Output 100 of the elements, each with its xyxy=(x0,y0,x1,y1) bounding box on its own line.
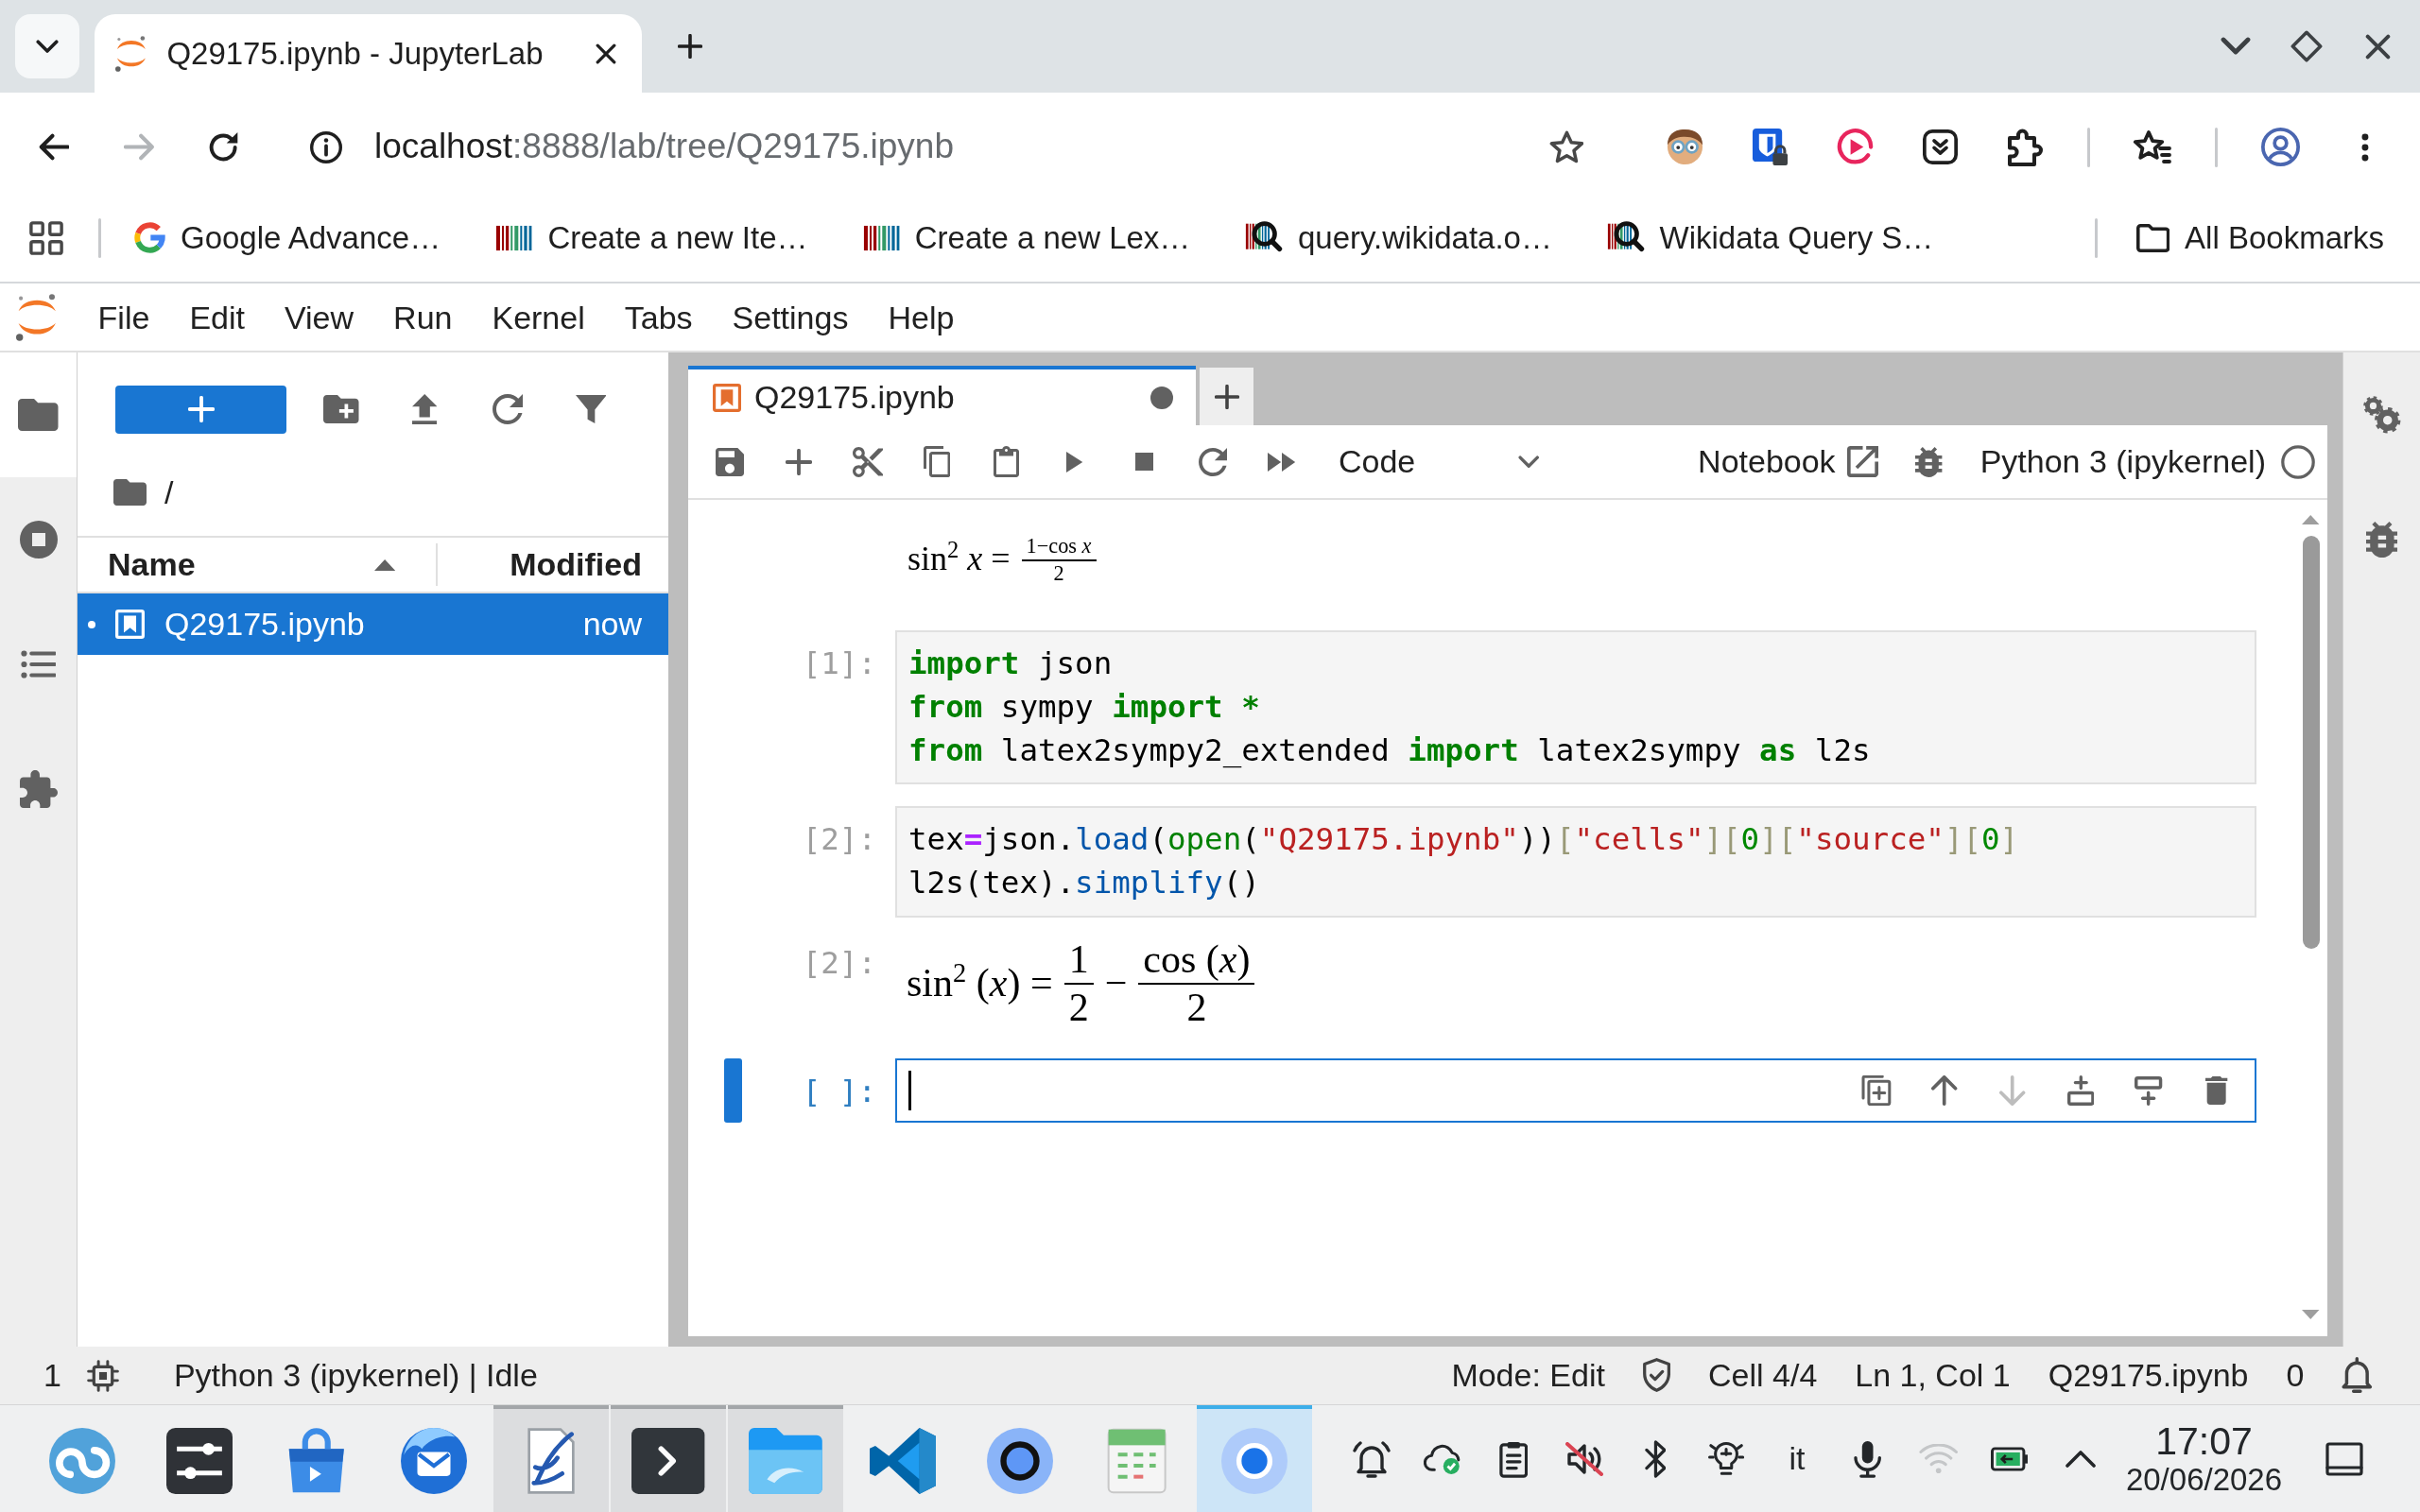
column-header[interactable]: Name xyxy=(78,543,438,586)
menu-item[interactable]: Tabs xyxy=(604,284,713,351)
kernel-status-text[interactable]: Python 3 (ipykernel) | Idle xyxy=(173,1356,538,1395)
plus-icon xyxy=(678,34,702,59)
mail-icon xyxy=(401,1427,467,1494)
caret-down-icon[interactable] xyxy=(2302,1310,2320,1319)
math-formula: sin$^{2}$ x = 1−cos x 2 xyxy=(908,534,1097,586)
speaker-muted-icon[interactable] xyxy=(1565,1441,1603,1476)
cell-type-dropdown[interactable]: Code xyxy=(1329,435,1550,489)
play-icon xyxy=(1066,451,1083,472)
sidebar-tab[interactable] xyxy=(0,352,77,477)
folder-icon xyxy=(749,1427,822,1494)
cell-prompt: [ ]: xyxy=(802,1074,876,1110)
code-line: from latex2sympy2_extended import latex2sympy as l2s xyxy=(908,730,1872,770)
scissors-icon xyxy=(853,446,883,477)
active-cell-bar[interactable] xyxy=(724,1058,742,1124)
menu-item[interactable]: View xyxy=(265,284,374,351)
text-cursor-icon xyxy=(908,1071,911,1111)
logo-icon xyxy=(16,293,57,341)
bookmark-link[interactable]: Wikidata Query S… xyxy=(1597,209,1944,266)
new-launcher-button[interactable] xyxy=(115,385,286,434)
play-circle-icon xyxy=(1835,128,1875,166)
star-icon xyxy=(1548,129,1584,164)
arrow-left-icon xyxy=(38,133,70,161)
output-prompt: [2]: xyxy=(802,944,876,981)
microphone-icon[interactable] xyxy=(1854,1439,1882,1478)
column-header[interactable]: Modified xyxy=(438,538,668,592)
alarm-bell-icon[interactable] xyxy=(1353,1439,1391,1478)
menu-item[interactable]: Help xyxy=(868,284,975,351)
code-line: tex=json.load(open("Q29175.ipynb"))["cells"][0]["source"][0] xyxy=(908,820,2020,860)
bookmark-link[interactable]: Create a new Lex… xyxy=(853,209,1201,266)
plus-icon xyxy=(187,396,215,422)
taskbar-button[interactable] xyxy=(493,1405,609,1512)
file-row[interactable]: Q29175.ipynb now xyxy=(78,593,668,655)
folder-icon xyxy=(113,479,147,506)
trash-icon xyxy=(2205,1076,2228,1106)
notebook-tab[interactable]: Q29175.ipynb xyxy=(688,366,1196,425)
person-circle-icon xyxy=(2260,128,2300,166)
menu-icon xyxy=(2361,132,2369,162)
copy-icon xyxy=(923,446,951,477)
battery-icon[interactable] xyxy=(1991,1446,2029,1471)
close-icon xyxy=(2364,33,2391,60)
code-editor[interactable] xyxy=(895,1058,2256,1124)
menu-item[interactable]: Settings xyxy=(712,284,869,351)
menu-item[interactable]: Kernel xyxy=(472,284,605,351)
chevron-down-icon xyxy=(2221,37,2251,56)
url-field[interactable]: localhost:8888/lab/tree/Q29175.ipynb xyxy=(374,126,954,168)
code-line: import json xyxy=(908,644,1114,684)
taskbar-button[interactable] xyxy=(611,1405,726,1512)
scrollbar-thumb[interactable] xyxy=(2302,536,2320,949)
clipboard-icon xyxy=(993,446,1019,477)
lightbulb-icon[interactable] xyxy=(1707,1439,1745,1478)
all-bookmarks-button[interactable]: All Bookmarks xyxy=(2126,209,2394,266)
menu-item[interactable]: Edit xyxy=(169,284,265,351)
gears-icon xyxy=(2362,396,2401,434)
home-folder-button[interactable] xyxy=(113,479,147,506)
quill-document-icon xyxy=(527,1427,575,1494)
bookmark-link[interactable]: Google Advance… xyxy=(125,209,451,266)
save-icon xyxy=(716,447,744,476)
cell-position-text: Cell 4/4 xyxy=(1708,1356,1818,1395)
bookmark-link[interactable]: Create a new Ite… xyxy=(486,209,818,266)
refresh-icon xyxy=(492,394,524,424)
clipboard-icon[interactable] xyxy=(1498,1439,1529,1478)
caret-up-icon[interactable] xyxy=(2066,1449,2096,1469)
notebook-view-button[interactable]: Notebook xyxy=(1698,442,1878,481)
code-editor[interactable]: tex=json.load(open("Q29175.ipynb"))["cells"][0]["source"][0] l2s(tex).simplify() xyxy=(895,806,2256,918)
ribbon-logo-icon xyxy=(870,1427,936,1494)
code-editor[interactable]: import json from sympy import * from latex2sympy2_extended import latex2sympy as l2s xyxy=(895,630,2256,785)
shield-check-icon[interactable] xyxy=(1642,1358,1670,1393)
notification-count[interactable]: 0 xyxy=(2286,1356,2305,1395)
kernel-count[interactable]: 1 xyxy=(43,1356,61,1395)
restart-icon xyxy=(1198,447,1228,476)
chip-icon[interactable] xyxy=(86,1359,119,1392)
bookmark-link[interactable]: query.wikidata.o… xyxy=(1236,209,1562,266)
kernel-name-button[interactable]: Python 3 (ipykernel) xyxy=(1979,442,2266,481)
clock-date[interactable]: 20/06/2026 xyxy=(2125,1461,2283,1498)
stop-icon xyxy=(1134,453,1153,471)
cursor-position-text[interactable]: Ln 1, Col 1 xyxy=(1855,1356,2011,1395)
copy-plus-icon xyxy=(1861,1075,1892,1107)
notebook-icon xyxy=(115,610,145,639)
tab-search-button[interactable] xyxy=(15,14,79,78)
terminal-icon xyxy=(631,1427,705,1494)
cloud-check-icon[interactable] xyxy=(1423,1442,1462,1475)
insert-below-icon xyxy=(2135,1075,2163,1106)
menu-item[interactable]: File xyxy=(78,284,170,351)
info-icon xyxy=(310,130,342,163)
new-tab-button[interactable] xyxy=(1200,368,1253,425)
browser-tab[interactable]: Q29175.ipynb - JupyterLab xyxy=(95,14,642,93)
menu-item[interactable]: Run xyxy=(373,284,473,351)
file-name-text: Q29175.ipynb xyxy=(2048,1356,2249,1395)
upload-icon xyxy=(411,394,438,424)
breadcrumb-path[interactable]: / xyxy=(164,472,174,512)
clock-time[interactable]: 17:07 xyxy=(2155,1419,2253,1462)
show-desktop-icon[interactable] xyxy=(2325,1441,2363,1476)
keyboard-layout[interactable]: it xyxy=(1789,1439,1806,1478)
loop-logo-icon xyxy=(49,1427,115,1494)
bell-icon[interactable] xyxy=(2342,1357,2373,1394)
chevron-down-icon xyxy=(36,39,59,54)
plus-icon xyxy=(1214,384,1239,409)
bluetooth-icon[interactable] xyxy=(1644,1439,1667,1478)
